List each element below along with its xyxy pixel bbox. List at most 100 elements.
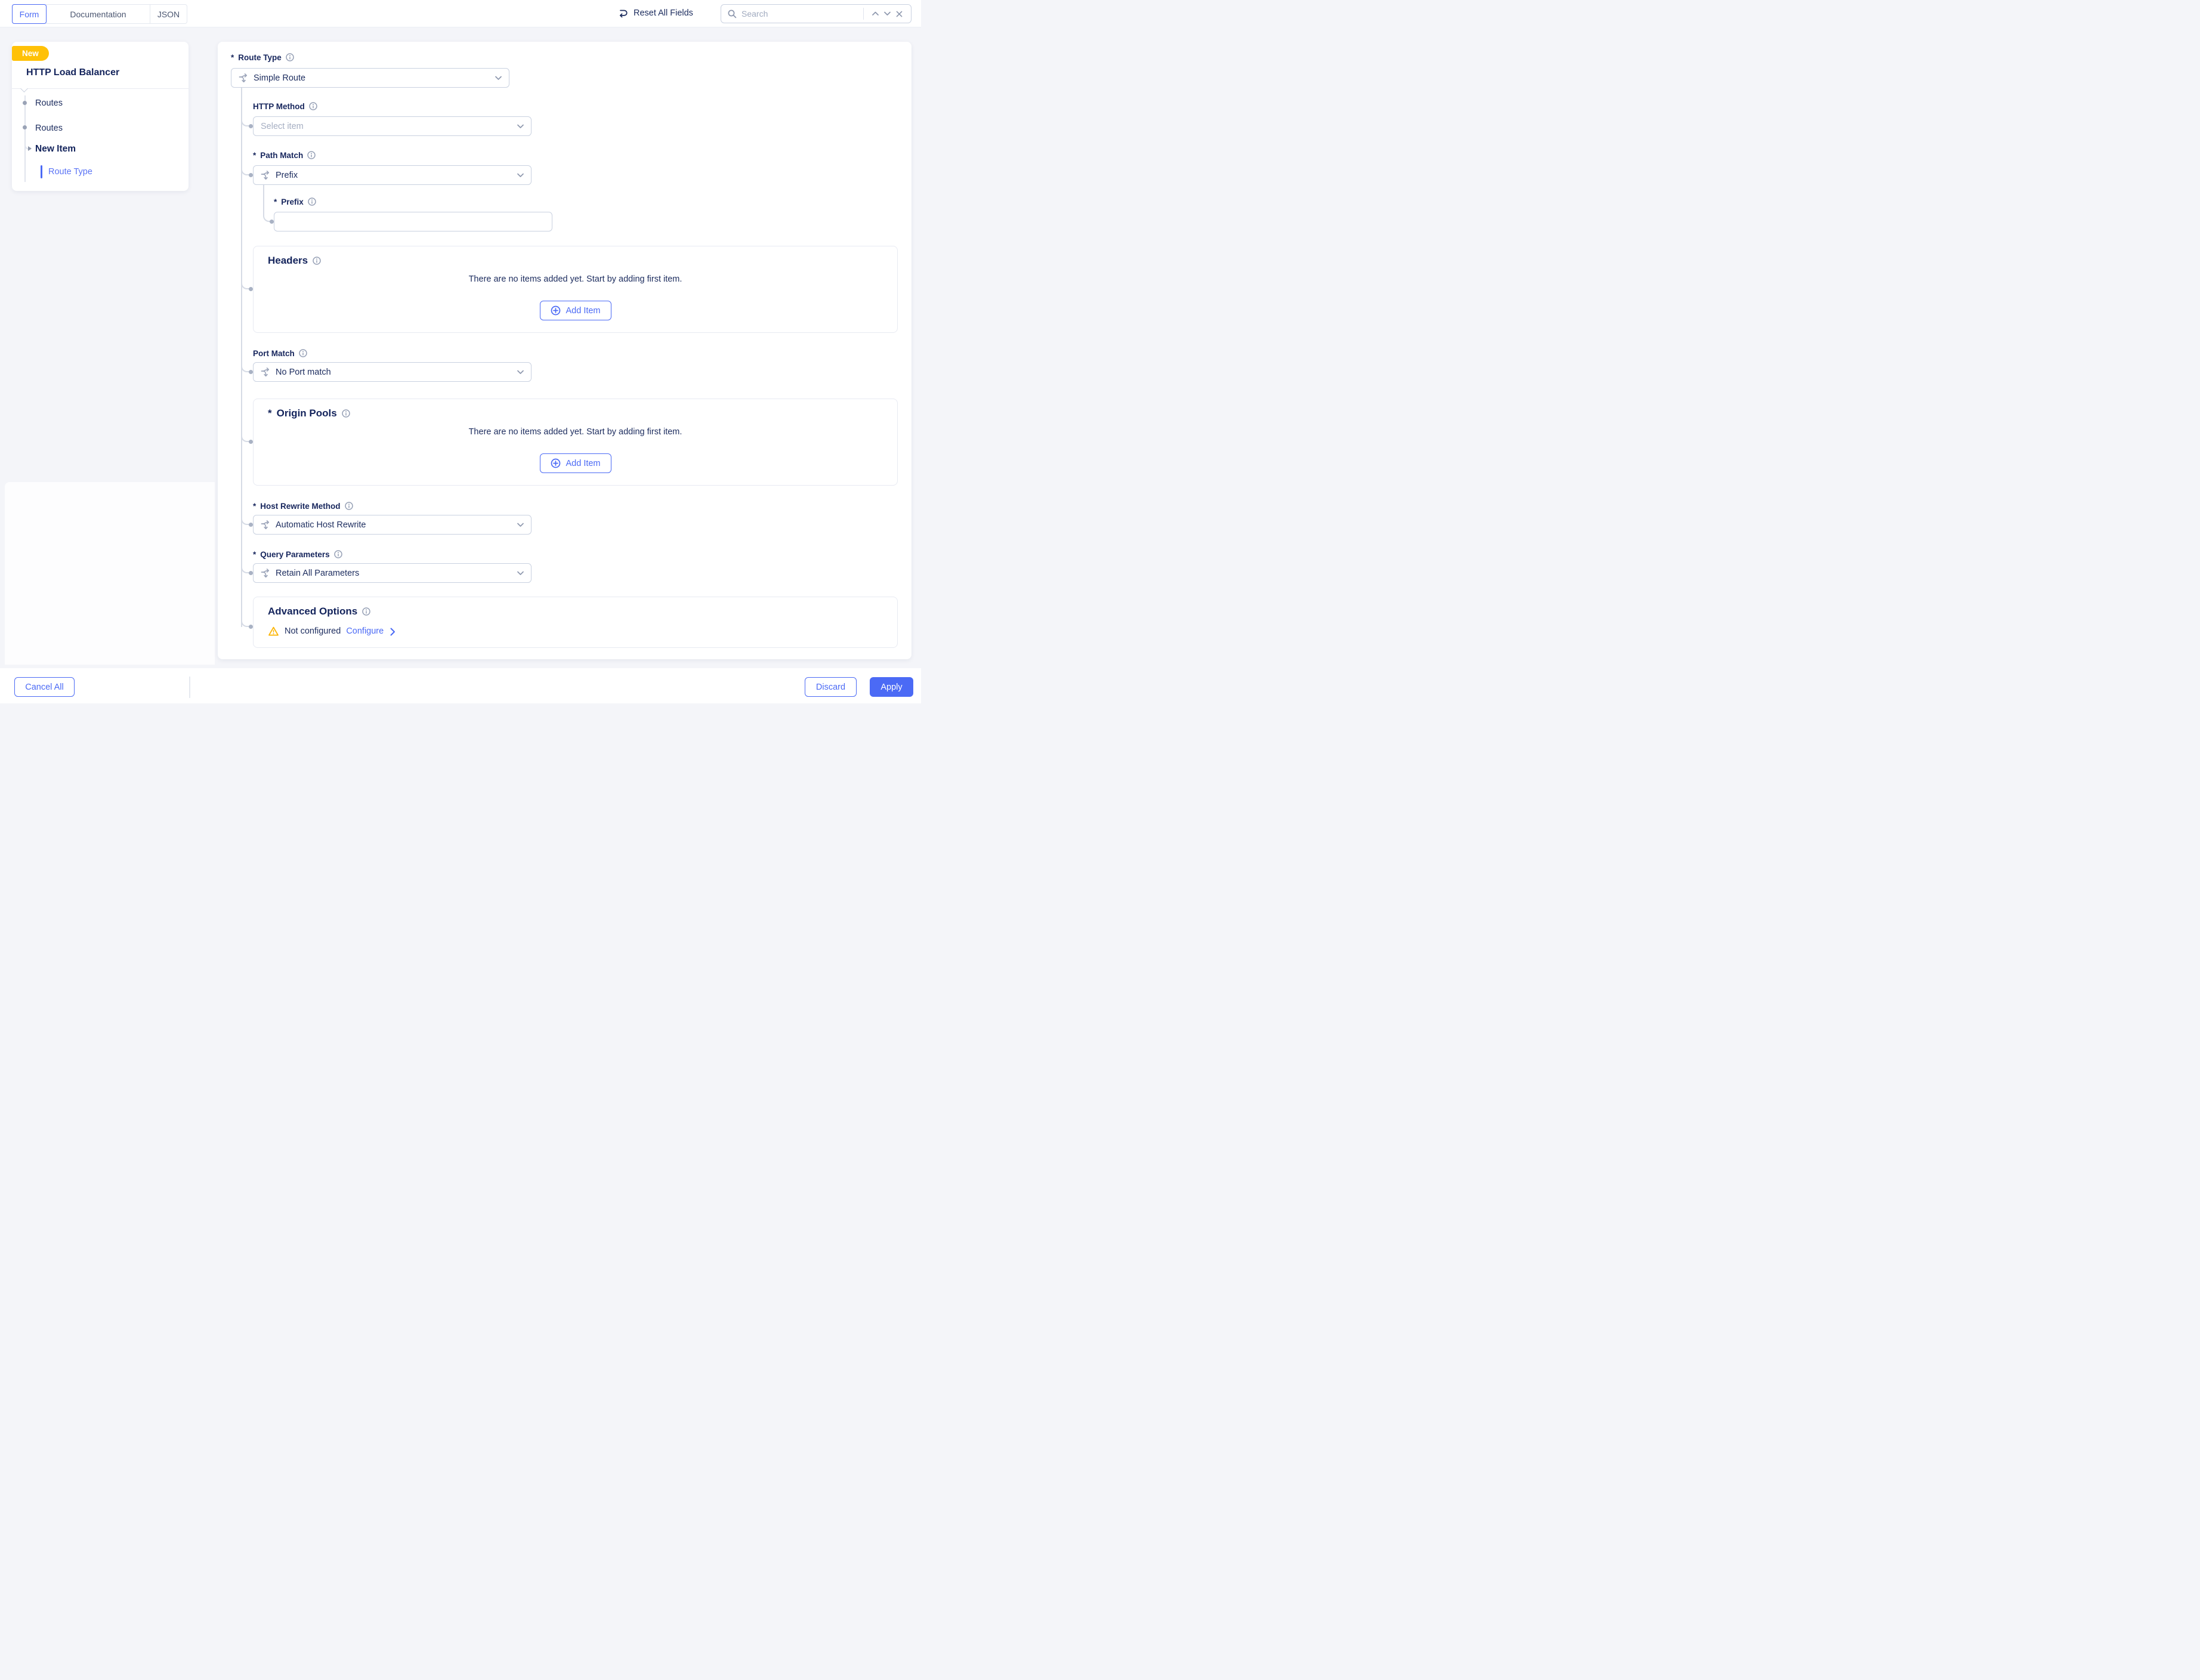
info-icon[interactable] — [342, 409, 350, 418]
route-icon — [261, 171, 270, 180]
route-type-label: Route Type — [238, 53, 282, 62]
advanced-options-status: Not configured — [285, 626, 341, 636]
query-parameters-label: Query Parameters — [260, 550, 329, 559]
required-marker: * — [253, 151, 256, 160]
prefix-input[interactable] — [274, 212, 552, 231]
tree-arrow-icon — [28, 146, 32, 151]
search-divider — [863, 8, 864, 20]
tab-form-label: Form — [20, 10, 39, 19]
tree-connector — [263, 185, 271, 222]
apply-label: Apply — [880, 682, 902, 692]
plus-circle-icon — [550, 458, 560, 468]
action-bar-divider — [189, 677, 190, 698]
search-next-icon[interactable] — [881, 8, 893, 20]
headers-empty-text: There are no items added yet. Start by a… — [254, 274, 897, 284]
route-icon — [261, 520, 270, 529]
info-icon[interactable] — [334, 550, 342, 558]
tree-guide-line — [24, 95, 26, 182]
app-window: Form Documentation JSON Reset All Fields… — [0, 0, 921, 703]
route-type-select[interactable]: Simple Route — [231, 68, 509, 88]
sidebar-item-routes-1[interactable]: Routes — [35, 98, 63, 108]
info-icon[interactable] — [307, 151, 316, 159]
info-icon[interactable] — [308, 197, 316, 206]
query-parameters-select[interactable]: Retain All Parameters — [253, 563, 532, 583]
top-toolbar: Form Documentation JSON Reset All Fields — [0, 0, 921, 27]
discard-button[interactable]: Discard — [805, 677, 857, 697]
add-item-label: Add Item — [566, 306, 600, 316]
headers-title-row: Headers — [268, 255, 321, 267]
tree-connector — [241, 280, 249, 289]
chevron-down-icon — [517, 523, 524, 527]
search-prev-icon[interactable] — [869, 8, 881, 20]
tree-bullet-icon — [23, 101, 27, 105]
headers-add-item-button[interactable]: Add Item — [539, 301, 611, 320]
route-type-label-row: * Route Type — [231, 52, 294, 63]
cancel-all-label: Cancel All — [25, 682, 63, 692]
http-method-select[interactable]: Select item — [253, 116, 532, 136]
port-match-value: No Port match — [276, 368, 331, 377]
headers-group: Headers There are no items added yet. St… — [253, 246, 898, 333]
info-icon[interactable] — [309, 102, 317, 110]
info-icon[interactable] — [299, 349, 307, 357]
tree-connector-dot — [249, 523, 253, 527]
chevron-right-icon[interactable] — [390, 628, 395, 636]
cancel-all-button[interactable]: Cancel All — [14, 677, 75, 697]
query-parameters-label-row: * Query Parameters — [253, 549, 342, 560]
origin-pools-add-item-button[interactable]: Add Item — [539, 453, 611, 473]
host-rewrite-label: Host Rewrite Method — [260, 502, 340, 511]
path-match-select[interactable]: Prefix — [253, 165, 532, 185]
navigation-panel: New HTTP Load Balancer Routes Routes New… — [12, 42, 189, 191]
route-icon — [239, 73, 248, 82]
query-parameters-value: Retain All Parameters — [276, 569, 359, 578]
tab-json-label: JSON — [157, 10, 180, 19]
apply-button[interactable]: Apply — [870, 677, 913, 697]
advanced-options-title: Advanced Options — [268, 606, 357, 617]
tab-form[interactable]: Form — [12, 4, 47, 24]
tab-documentation-label: Documentation — [70, 10, 126, 19]
search-close-icon[interactable] — [893, 8, 905, 20]
tree-connector-dot — [249, 571, 253, 575]
origin-pools-group: * Origin Pools There are no items added … — [253, 399, 898, 486]
discard-label: Discard — [816, 682, 845, 692]
path-match-label-row: * Path Match — [253, 150, 316, 160]
path-match-value: Prefix — [276, 171, 298, 180]
search-input[interactable] — [741, 9, 861, 18]
tab-json[interactable]: JSON — [150, 4, 187, 24]
chevron-down-icon — [517, 124, 524, 129]
info-icon[interactable] — [286, 53, 294, 61]
advanced-options-status-row: Not configured Configure — [268, 626, 395, 637]
info-icon[interactable] — [345, 502, 353, 510]
reset-all-fields-label: Reset All Fields — [634, 8, 693, 18]
port-match-label: Port Match — [253, 349, 295, 358]
sidebar-item-new-item[interactable]: New Item — [35, 144, 76, 155]
port-match-select[interactable]: No Port match — [253, 362, 532, 382]
sidebar-collapse-notch[interactable] — [20, 85, 28, 92]
configure-link[interactable]: Configure — [346, 626, 384, 636]
http-method-label: HTTP Method — [253, 102, 305, 111]
required-marker: * — [253, 502, 256, 511]
host-rewrite-label-row: * Host Rewrite Method — [253, 501, 353, 511]
tab-documentation[interactable]: Documentation — [46, 4, 150, 24]
prefix-label: Prefix — [281, 197, 304, 206]
sidebar-item-routes-2[interactable]: Routes — [35, 123, 63, 133]
sidebar-title: HTTP Load Balancer — [26, 67, 119, 78]
required-marker: * — [274, 197, 277, 206]
empty-left-panel — [5, 482, 215, 665]
new-badge-label: New — [22, 49, 39, 58]
info-icon[interactable] — [362, 607, 370, 616]
info-icon[interactable] — [313, 257, 321, 265]
sidebar-item-route-type[interactable]: Route Type — [48, 167, 92, 177]
host-rewrite-select[interactable]: Automatic Host Rewrite — [253, 515, 532, 535]
plus-circle-icon — [550, 305, 560, 316]
action-bar: Cancel All Discard Apply — [0, 668, 921, 703]
chevron-down-icon — [517, 370, 524, 375]
required-marker: * — [268, 407, 272, 419]
chevron-down-icon — [517, 173, 524, 178]
tree-connector-dot — [249, 440, 253, 444]
required-marker: * — [231, 53, 234, 62]
tree-connector — [241, 564, 249, 573]
tree-connector-dot — [249, 625, 253, 629]
tree-connector — [241, 166, 249, 175]
reset-all-fields-button[interactable]: Reset All Fields — [617, 8, 693, 18]
path-match-label: Path Match — [260, 151, 303, 160]
